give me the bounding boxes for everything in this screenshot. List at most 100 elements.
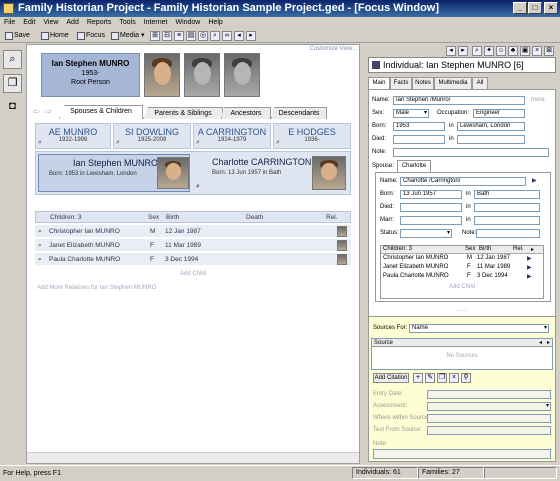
died-place-field[interactable] (457, 135, 525, 144)
person-icon[interactable]: ☺ (496, 46, 506, 56)
text-from-source-field[interactable] (427, 426, 551, 435)
magnifier-icon[interactable]: ⌕ (276, 139, 280, 147)
horizontal-scrollbar[interactable] (27, 452, 359, 463)
go-arrow-icon[interactable]: ▶ (527, 273, 532, 280)
back-icon[interactable]: ◂ (234, 31, 244, 41)
scroll-left-icon[interactable]: ◂ (539, 339, 542, 347)
person-photo[interactable] (224, 53, 260, 97)
menu-file[interactable]: File (0, 17, 19, 29)
go-arrow-icon[interactable]: ▶ (532, 177, 537, 184)
spouse-name-field[interactable]: Charlotte /Carrington/ (400, 177, 526, 186)
magnifier-icon[interactable]: ⌕ (38, 225, 42, 238)
web-icon[interactable]: ◎ (198, 31, 208, 41)
close-button[interactable]: × (544, 2, 558, 14)
go-arrow-icon[interactable]: ▶ (527, 264, 532, 271)
splitter-handle[interactable]: ····· (364, 308, 560, 314)
tab-multimedia[interactable]: Multimedia (434, 77, 472, 89)
maximize-button[interactable]: □ (528, 2, 542, 14)
spouse-died-date-field[interactable] (400, 203, 462, 212)
sources-for-select[interactable]: Name (409, 324, 549, 333)
media-button[interactable]: Media ▾ (110, 30, 145, 42)
tab-ancestors[interactable]: Ancestors (221, 107, 271, 119)
spouse-died-place-field[interactable] (474, 203, 540, 212)
magnifier-icon[interactable]: ⌕ (38, 253, 42, 266)
add-more-relatives-link[interactable]: Add More Relatives for Ian Stephen MUNRO (37, 285, 156, 291)
root-person-box[interactable]: Ian Stephen MUNRO 1953- Root Person (41, 53, 140, 97)
citation-delete-icon[interactable]: × (449, 373, 459, 383)
tab-spouses-children[interactable]: Spouses & Children (59, 105, 143, 119)
tab-all[interactable]: All (472, 77, 488, 89)
magnifier-icon[interactable]: ⌕ (196, 183, 200, 191)
save-button[interactable]: Save (4, 30, 30, 42)
menu-add[interactable]: Add (62, 17, 82, 29)
find-icon[interactable]: ✦ (484, 46, 494, 56)
magnifier-icon[interactable]: ⌕ (38, 239, 42, 252)
search-icon[interactable]: ⌕ (210, 31, 220, 41)
magnifier-icon[interactable]: ⌕ (196, 139, 200, 147)
where-within-source-field[interactable] (427, 414, 551, 423)
marriage-date-field[interactable] (400, 216, 462, 225)
home-button[interactable]: Home (40, 30, 69, 42)
tab-descendants[interactable]: Descendants (271, 107, 327, 119)
spouse-born-place-field[interactable]: Bath (474, 190, 540, 199)
magnifier-icon[interactable]: ⌕ (116, 139, 120, 147)
citation-link-icon[interactable]: ⚲ (461, 373, 471, 383)
spouse-box[interactable]: Charlotte CARRINGTON Born: 13 Jun 1957 i… (194, 154, 348, 192)
menu-reports[interactable]: Reports (83, 17, 116, 29)
citation-new-icon[interactable]: + (413, 373, 423, 383)
status-select[interactable] (400, 229, 452, 238)
scroll-right-icon[interactable]: ▸ (547, 339, 550, 347)
table-row[interactable]: ⌕ Janet Elizabeth MUNRO F 11 Mar 1989 (35, 239, 351, 252)
tab-main[interactable]: Main (368, 77, 390, 89)
add-child-link[interactable]: Add Child (381, 284, 543, 290)
assessment-select[interactable] (427, 402, 551, 411)
focus-button[interactable]: Focus (76, 30, 105, 42)
parent-box[interactable]: E HODGES 1936- ⌕ (273, 123, 351, 149)
tab-parents-siblings[interactable]: Parents & Siblings (143, 107, 223, 119)
occupation-field[interactable]: Engineer (473, 109, 525, 118)
close-icon[interactable]: × (532, 46, 542, 56)
citation-copy-icon[interactable]: ❐ (437, 373, 447, 383)
camera-icon[interactable]: ◘ (3, 98, 22, 117)
records-icon[interactable]: ≡ (174, 31, 184, 41)
menu-edit[interactable]: Edit (19, 17, 39, 29)
parent-box[interactable]: SI DOWLING 1925-2008 ⌕ (113, 123, 191, 149)
person-photo[interactable] (184, 53, 220, 97)
menu-view[interactable]: View (39, 17, 62, 29)
citation-note-field[interactable] (373, 449, 551, 459)
spouse-note-field[interactable] (476, 229, 540, 238)
list-item[interactable]: Janet Elizabeth MUNRO F 11 Mar 1989 ▶ (381, 264, 543, 272)
report-icon[interactable]: ▤ (186, 31, 196, 41)
person-photo[interactable] (144, 53, 180, 97)
binoculars-icon[interactable]: ∞ (222, 31, 232, 41)
tab-spouse[interactable]: Charlotte (397, 160, 431, 172)
menu-internet[interactable]: Internet (140, 17, 172, 29)
list-item[interactable]: Christopher Ian MUNRO M 12 Jan 1987 ▶ (381, 255, 543, 263)
add-child-link[interactable]: Add Child (35, 271, 351, 277)
died-date-field[interactable] (393, 135, 445, 144)
table-row[interactable]: ⌕ Paula Charlotte MUNRO F 3 Dec 1994 (35, 253, 351, 266)
born-date-field[interactable]: 1953 (393, 122, 445, 131)
parent-box[interactable]: AE MUNRO 1922-1998 ⌕ (35, 123, 111, 149)
menu-tools[interactable]: Tools (115, 17, 139, 29)
minimize-button[interactable]: _ (513, 2, 527, 14)
marriage-place-field[interactable] (474, 216, 540, 225)
pedigree-icon[interactable]: ⊞ (150, 31, 160, 41)
menu-help[interactable]: Help (204, 17, 226, 29)
record-icon[interactable]: ▣ (520, 46, 530, 56)
tab-facts[interactable]: Facts (390, 77, 412, 89)
family-icon[interactable]: ♣ (508, 46, 518, 56)
entry-date-field[interactable] (427, 390, 551, 399)
search-icon[interactable]: ⌕ (472, 46, 482, 56)
forward-icon[interactable]: ▸ (458, 46, 468, 56)
list-item[interactable]: Paula Charlotte MUNRO F 3 Dec 1994 ▶ (381, 273, 543, 281)
more-link[interactable]: more (531, 97, 545, 103)
menu-window[interactable]: Window (171, 17, 204, 29)
customize-view-link[interactable]: Customize View... (27, 45, 357, 52)
back-icon[interactable]: ◂ (446, 46, 456, 56)
spouse-born-date-field[interactable]: 13 Jun 1957 (400, 190, 462, 199)
parent-box[interactable]: A CARRINGTON 1924-1979 ⌕ (193, 123, 271, 149)
sources-list[interactable]: Source ◂ ▸ No Sources (371, 338, 553, 370)
scroll-right-icon[interactable]: ▸ (531, 246, 534, 253)
sex-select[interactable]: Male (393, 109, 429, 118)
